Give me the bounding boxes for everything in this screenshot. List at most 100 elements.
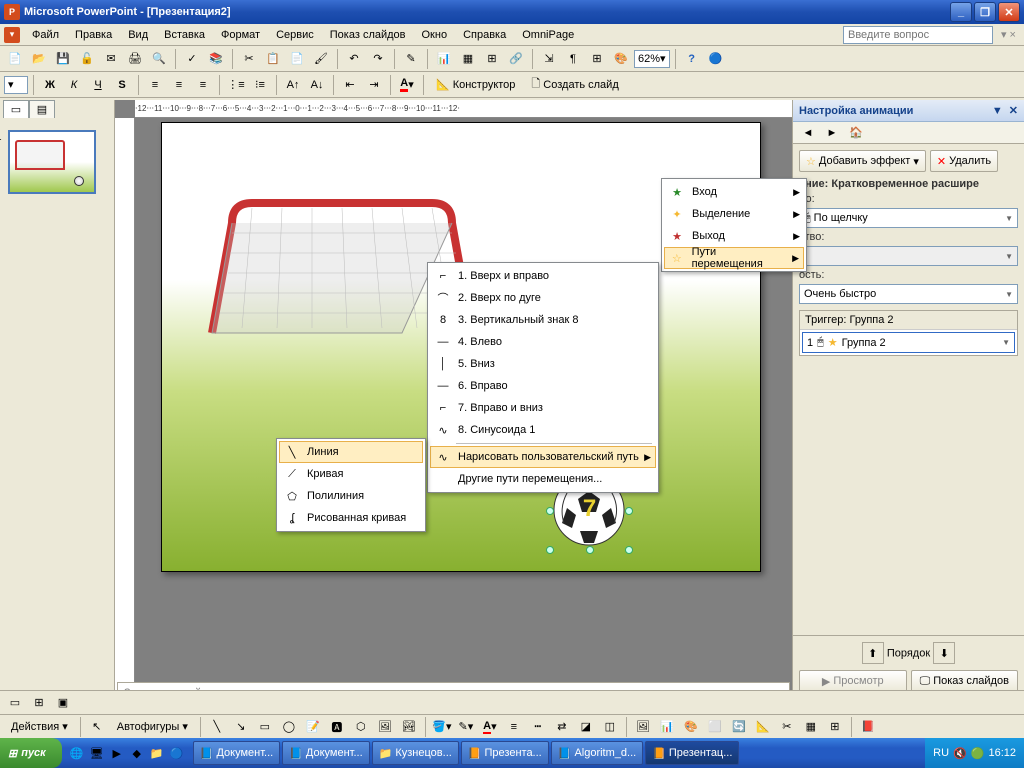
arrow-icon[interactable]: ↘ [230,716,252,738]
line-color-icon[interactable]: ✎▾ [455,716,477,738]
property-select[interactable]: ▼ [799,246,1018,266]
ie-icon[interactable]: 🌐 [68,744,86,762]
close-button[interactable]: ✕ [998,2,1020,22]
extra8-icon[interactable]: ▦ [800,716,822,738]
menu-help[interactable]: Справка [455,27,514,43]
chart-icon[interactable]: 📊 [433,48,455,70]
menu-motion-paths[interactable]: ☆Пути перемещения▶ [664,247,804,269]
bold-icon[interactable]: Ж [39,74,61,96]
home-icon[interactable]: 🏠 [845,122,867,144]
extra9-icon[interactable]: ⊞ [824,716,846,738]
delete-effect-button[interactable]: ✕ Удалить [930,150,998,172]
ql6-icon[interactable]: 🔵 [168,744,186,762]
extra6-icon[interactable]: 📐 [752,716,774,738]
menu-file[interactable]: Файл [24,27,67,43]
animation-item[interactable]: 1 🖱 ★ Группа 2 ▼ [802,332,1015,353]
view-sorter-icon[interactable]: ⊞ [28,692,50,714]
taskpane-close[interactable]: ✕ [1009,104,1018,117]
research-icon[interactable]: 📚 [205,48,227,70]
back-icon[interactable]: ◄ [797,122,819,144]
move-up-icon[interactable]: ⬆ [862,642,884,664]
taskpane-dropdown[interactable]: ▼ [992,105,1003,117]
menu-format[interactable]: Формат [213,27,268,43]
restore-button[interactable]: ❐ [974,2,996,22]
oval-icon[interactable]: ◯ [278,716,300,738]
menu-sine[interactable]: ∿8. Синусоида 1 [430,419,656,441]
slideshow-button[interactable]: 🖵 Показ слайдов [911,670,1019,692]
design-button[interactable]: 📐 Конструктор [429,75,522,95]
expand-icon[interactable]: ⇲ [538,48,560,70]
extra4-icon[interactable]: ⬜ [704,716,726,738]
menu-freeform[interactable]: ⬠Полилиния [279,485,423,507]
outline-view-tab[interactable]: ▤ [29,100,55,118]
task-word2[interactable]: 📘 Документ... [282,741,369,765]
menu-curve[interactable]: ⟋Кривая [279,463,423,485]
diagram-icon[interactable]: ⬡ [350,716,372,738]
extra10-icon[interactable]: 📕 [857,716,879,738]
menu-omnipage[interactable]: OmniPage [514,27,582,43]
menu-figure-8[interactable]: 83. Вертикальный знак 8 [430,309,656,331]
menu-tools[interactable]: Сервис [268,27,322,43]
preview-button[interactable]: ▶ Просмотр [799,670,907,692]
3d-style-icon[interactable]: ◫ [599,716,621,738]
task-word1[interactable]: 📘 Документ... [193,741,280,765]
picture-icon[interactable]: 🏞 [398,716,420,738]
menu-edit[interactable]: Правка [67,27,120,43]
open-icon[interactable]: 📂 [28,48,50,70]
resize-handle[interactable] [625,546,633,554]
grid-icon[interactable]: ⊞ [586,48,608,70]
media-icon[interactable]: ▶ [108,744,126,762]
menu-exit[interactable]: ★Выход▶ [664,225,804,247]
print-icon[interactable]: 🖨 [124,48,146,70]
ql5-icon[interactable]: 📁 [148,744,166,762]
start-select[interactable]: 🖱 По щелчку▼ [799,208,1018,228]
extra2-icon[interactable]: 📊 [656,716,678,738]
bullets-icon[interactable]: ⁝≡ [249,74,271,96]
clock[interactable]: 16:12 [988,747,1016,759]
select-icon[interactable]: ↖ [86,716,108,738]
hyperlink-icon[interactable]: 🔗 [505,48,527,70]
resize-handle[interactable] [625,507,633,515]
align-right-icon[interactable]: ≡ [192,74,214,96]
extra5-icon[interactable]: 🔄 [728,716,750,738]
new-icon[interactable]: 📄 [4,48,26,70]
menu-view[interactable]: Вид [120,27,156,43]
normal-view-tab[interactable]: ▭ [3,100,29,118]
slide-thumbnail-1[interactable]: 1 [8,130,106,194]
font-color-icon[interactable]: A▾ [396,74,418,96]
new-slide-button[interactable]: 🗋 Создать слайд [524,75,625,95]
menu-right[interactable]: —6. Вправо [430,375,656,397]
menu-entrance[interactable]: ★Вход▶ [664,181,804,203]
question-box[interactable] [843,26,993,44]
speed-select[interactable]: Очень быстро▼ [799,284,1018,304]
font-size[interactable]: ▾ [4,76,28,94]
show-format-icon[interactable]: ¶ [562,48,584,70]
arrow-style-icon[interactable]: ⇄ [551,716,573,738]
line-style-icon[interactable]: ≡ [503,716,525,738]
table-icon[interactable]: ▦ [457,48,479,70]
zoom-select[interactable]: 62% ▾ [634,50,670,68]
actions-menu[interactable]: Действия ▾ [4,717,75,737]
view-normal-icon[interactable]: ▭ [4,692,26,714]
fill-color-icon[interactable]: 🪣▾ [431,716,453,738]
shadow-style-icon[interactable]: ◪ [575,716,597,738]
shadow-icon[interactable]: S [111,74,133,96]
menu-up-right[interactable]: ⌐1. Вверх и вправо [430,265,656,287]
menu-line[interactable]: ╲Линия [279,441,423,463]
question-input[interactable] [843,26,993,44]
ink-icon[interactable]: ✎ [400,48,422,70]
lang-indicator[interactable]: RU [933,747,949,759]
add-effect-button[interactable]: ☆ Добавить эффект ▾ [799,150,926,172]
mail-icon[interactable]: ✉ [100,48,122,70]
menu-scribble[interactable]: ʆРисованная кривая [279,507,423,529]
menu-arc-up[interactable]: ⌒2. Вверх по дуге [430,287,656,309]
permission-icon[interactable]: 🔓 [76,48,98,70]
desktop-icon[interactable]: 🖥 [88,744,106,762]
line-icon[interactable]: ╲ [206,716,228,738]
dash-style-icon[interactable]: ┅ [527,716,549,738]
extra7-icon[interactable]: ✂ [776,716,798,738]
menu-right-down[interactable]: ⌐7. Вправо и вниз [430,397,656,419]
undo-icon[interactable]: ↶ [343,48,365,70]
numbering-icon[interactable]: ⋮≡ [225,74,247,96]
minimize-button[interactable]: _ [950,2,972,22]
